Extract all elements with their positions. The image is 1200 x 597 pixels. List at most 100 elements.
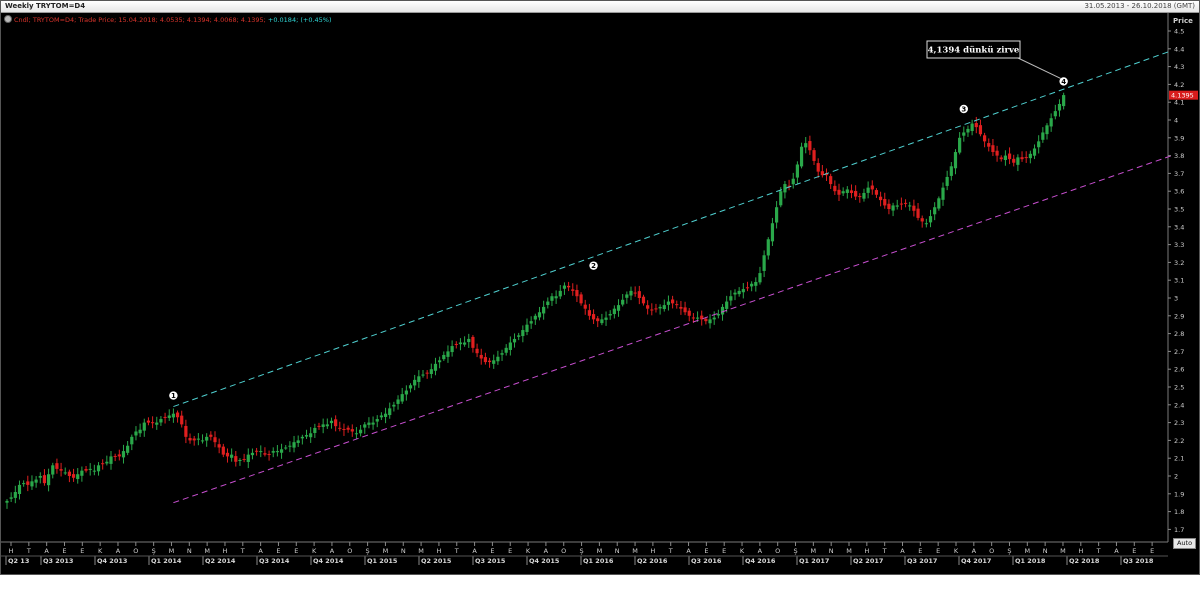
candle-body — [354, 433, 359, 435]
candle-body — [1007, 153, 1012, 160]
price-tick-label: 1.7 — [1174, 526, 1184, 534]
candle-body — [953, 152, 958, 169]
month-label: O — [133, 547, 138, 555]
candle-body — [974, 123, 978, 128]
candle-body — [716, 314, 720, 316]
legend-change: +0.0184; (+0.45%) — [267, 16, 332, 24]
candle-body — [575, 290, 579, 297]
candle-body — [671, 299, 675, 304]
candle-body — [641, 296, 646, 304]
month-label: A — [116, 547, 121, 555]
candle-body — [121, 451, 126, 458]
candle-body — [737, 290, 741, 295]
candle-body — [225, 452, 230, 457]
candle-body — [304, 435, 309, 437]
month-label: A — [258, 547, 263, 555]
candle-body — [109, 456, 113, 464]
quarter-label: Q3 2014 — [259, 557, 290, 565]
candle-body — [117, 454, 121, 457]
candle-body — [608, 314, 612, 316]
candle-body — [625, 294, 629, 298]
candle-body — [1032, 148, 1037, 156]
month-label: O — [775, 547, 780, 555]
candle-body — [388, 408, 392, 416]
price-tick-label: 1.9 — [1174, 490, 1184, 498]
month-label: H — [9, 547, 14, 555]
candle-body — [770, 223, 775, 242]
price-tick-label: 3.8 — [1174, 152, 1184, 160]
quarter-label: Q2 2015 — [421, 557, 452, 565]
candle-body — [1024, 157, 1028, 159]
candle-body — [492, 360, 496, 364]
candle-body — [616, 305, 621, 311]
candle-body — [775, 207, 779, 223]
candle-body — [937, 198, 941, 209]
candle-body — [67, 471, 71, 476]
candle-body — [779, 191, 783, 206]
month-label: K — [526, 547, 531, 555]
candle-body — [400, 394, 404, 402]
candle-body — [695, 317, 700, 319]
month-label: E — [1150, 547, 1154, 555]
candle-body — [209, 434, 213, 437]
candle-body — [633, 292, 637, 294]
month-label: Ş — [152, 547, 156, 555]
candle-body — [217, 444, 221, 448]
candle-body — [720, 306, 725, 315]
candle-body — [941, 187, 945, 200]
candle-body — [404, 390, 408, 395]
candle-body — [267, 454, 271, 456]
candle-body — [421, 374, 425, 376]
candle-body — [192, 438, 196, 441]
price-tick-label: 3.6 — [1174, 188, 1184, 196]
chart-legend: Cndl; TRYTOM=D4; Trade Price; 15.04.2018… — [4, 15, 332, 25]
candle-body — [475, 348, 479, 354]
candle-body — [454, 343, 458, 345]
month-label: N — [187, 547, 192, 555]
price-tick-label: 4.2 — [1174, 81, 1184, 89]
candle-body — [263, 453, 267, 455]
candle-body — [658, 306, 662, 309]
candle-body — [533, 315, 537, 320]
month-label: K — [954, 547, 959, 555]
candle-body — [604, 317, 608, 320]
candle-body — [629, 290, 633, 296]
candle-body — [546, 301, 550, 306]
candle-body — [991, 145, 995, 153]
candle-body — [250, 452, 255, 456]
month-label: T — [26, 547, 31, 555]
candle-body — [766, 239, 770, 256]
candle-body — [816, 163, 820, 172]
price-tick-label: 4 — [1174, 117, 1178, 125]
candle-body — [924, 223, 928, 225]
month-label: H — [864, 547, 869, 555]
candle-body — [292, 442, 296, 448]
candle-body — [928, 216, 933, 223]
candle-body — [159, 419, 163, 423]
quarter-label: Q3 2018 — [1123, 557, 1154, 565]
candle-body — [729, 296, 733, 301]
candle-body — [791, 178, 795, 185]
auto-scale-button[interactable]: Auto — [1173, 538, 1196, 549]
candle-body — [804, 143, 808, 148]
candle-body — [371, 422, 375, 425]
candle-body — [833, 185, 837, 192]
month-label: M — [1060, 547, 1066, 555]
month-label: M — [204, 547, 210, 555]
month-label: E — [704, 547, 708, 555]
series-toggle-icon[interactable] — [4, 15, 12, 23]
candle-body — [5, 500, 9, 503]
price-tick-label: 2.8 — [1174, 330, 1184, 338]
candle-body — [862, 192, 866, 199]
price-chart[interactable]: 1 2 3 4 4,1394 dünkü zirve Price 4.5 4.4 4.3 4.2 4… — [1, 13, 1199, 574]
candle-body — [338, 427, 342, 429]
candle-body — [317, 425, 321, 427]
candle-body — [895, 205, 899, 207]
quarter-label: Q2 2017 — [853, 557, 883, 565]
candle-body — [92, 470, 96, 472]
candle-body — [687, 310, 691, 316]
candle-body — [512, 338, 517, 343]
candle-body — [479, 354, 483, 359]
month-label: M — [632, 547, 638, 555]
month-label: H — [650, 547, 655, 555]
